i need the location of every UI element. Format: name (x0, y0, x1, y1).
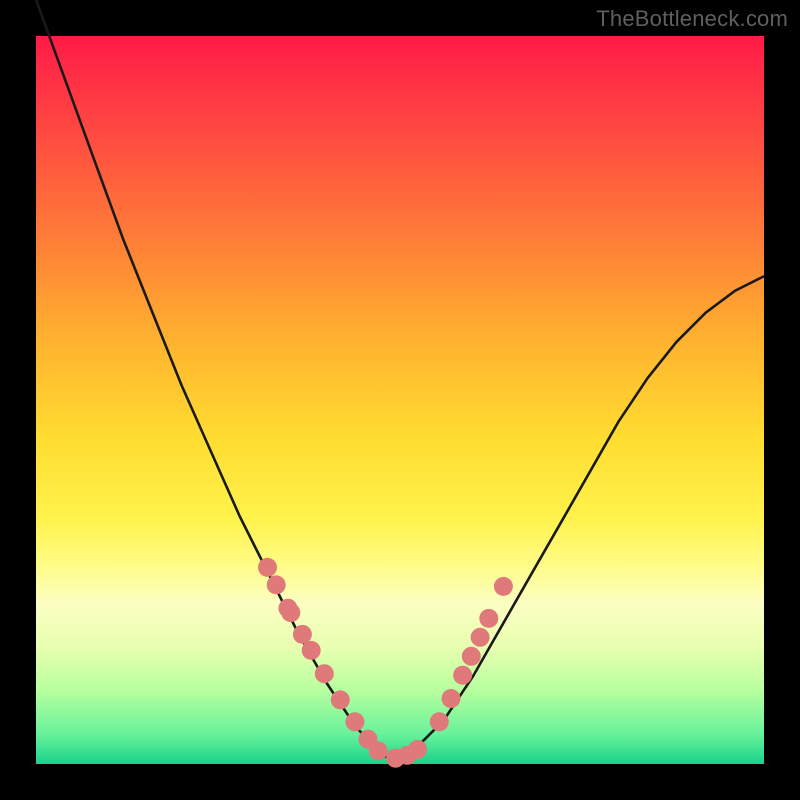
curve-svg (36, 36, 764, 764)
curve-marker (267, 575, 286, 594)
curve-marker (369, 741, 388, 760)
chart-frame: TheBottleneck.com (0, 0, 800, 800)
curve-marker (258, 558, 277, 577)
curve-marker (494, 577, 513, 596)
curve-marker (302, 641, 321, 660)
curve-marker (471, 628, 490, 647)
plot-area (36, 36, 764, 764)
curve-marker (315, 664, 334, 683)
watermark-text: TheBottleneck.com (596, 6, 788, 32)
curve-marker (331, 690, 350, 709)
curve-marker (462, 647, 481, 666)
marker-group (258, 558, 513, 768)
bottleneck-curve-path (36, 0, 764, 757)
curve-marker (430, 712, 449, 731)
curve-marker (408, 740, 427, 759)
curve-marker (293, 625, 312, 644)
curve-marker (345, 712, 364, 731)
curve-marker (281, 603, 300, 622)
curve-marker (442, 689, 461, 708)
curve-marker (453, 666, 472, 685)
curve-marker (479, 609, 498, 628)
